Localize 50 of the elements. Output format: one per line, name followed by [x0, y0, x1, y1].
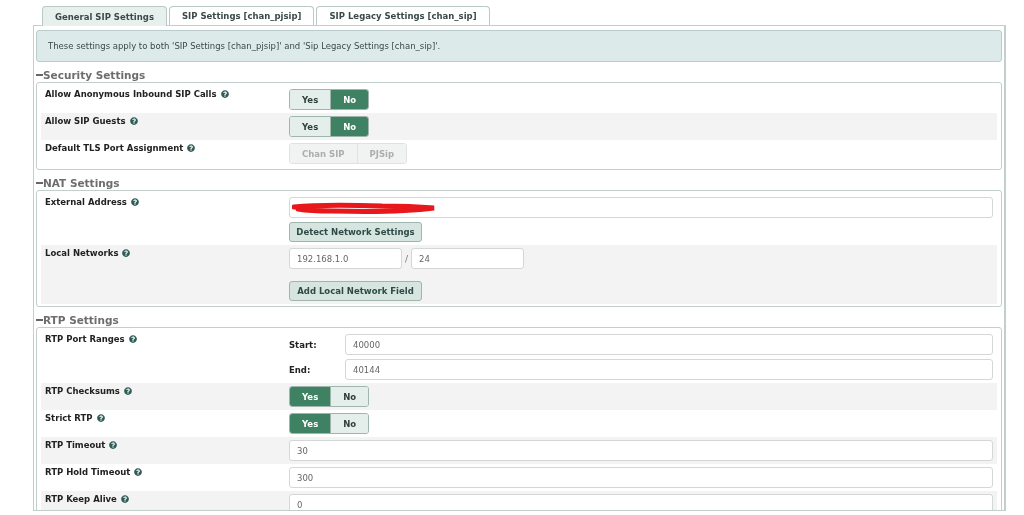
tab[interactable]: SIP Legacy Settings [chan_sip] — [316, 6, 490, 25]
toggle-option[interactable]: Yes — [290, 414, 331, 433]
toggle-option[interactable]: Yes — [290, 387, 331, 406]
input-field[interactable] — [289, 197, 993, 218]
help-icon[interactable] — [96, 414, 105, 422]
help-icon[interactable] — [134, 468, 143, 476]
help-icon[interactable] — [109, 441, 118, 449]
help-icon[interactable] — [122, 249, 131, 257]
help-icon[interactable] — [120, 495, 129, 503]
toggle-option[interactable]: No — [330, 117, 369, 136]
text-field[interactable]: 0 — [289, 494, 993, 510]
setting-label: RTP Keep Alive — [45, 494, 117, 506]
tab[interactable]: General SIP Settings — [42, 6, 167, 26]
setting-label: External Address — [45, 197, 127, 209]
network-address-field[interactable]: 192.168.1.0 — [289, 248, 402, 269]
toggle-option[interactable]: No — [330, 414, 369, 433]
section-heading: Security Settings — [43, 69, 146, 81]
detect-network-button[interactable]: Detect Network Settings — [289, 222, 422, 242]
add-network-button[interactable]: Add Local Network Field — [289, 281, 422, 301]
toggle-option[interactable]: No — [330, 90, 369, 109]
section-heading: RTP Settings — [43, 314, 119, 326]
start-port-field[interactable]: 40000 — [345, 334, 993, 355]
setting-label: Local Networks — [45, 248, 119, 260]
setting-label: RTP Hold Timeout — [45, 467, 131, 479]
help-icon[interactable] — [128, 335, 137, 343]
section-heading: NAT Settings — [43, 177, 120, 189]
help-icon[interactable] — [187, 144, 196, 152]
setting-label: RTP Timeout — [45, 440, 106, 452]
help-icon[interactable] — [130, 198, 139, 206]
toggle-option[interactable]: Yes — [290, 90, 331, 109]
help-icon[interactable] — [129, 117, 138, 125]
separator-text: / — [405, 253, 409, 264]
field-label: End: — [289, 364, 312, 375]
field-label: Start: — [289, 339, 318, 350]
setting-label: Default TLS Port Assignment — [45, 143, 184, 155]
setting-label: Allow Anonymous Inbound SIP Calls — [45, 89, 217, 101]
toggle-option[interactable]: No — [330, 387, 369, 406]
text-field[interactable]: 300 — [289, 467, 993, 488]
setting-label: Allow SIP Guests — [45, 116, 126, 128]
toggle-option[interactable]: Yes — [290, 117, 331, 136]
setting-label: Strict RTP — [45, 413, 93, 425]
tab[interactable]: SIP Settings [chan_pjsip] — [168, 6, 315, 25]
text-field[interactable]: 30 — [289, 440, 993, 461]
help-icon[interactable] — [220, 90, 229, 98]
end-port-field[interactable]: 40144 — [345, 359, 993, 380]
setting-label: RTP Checksums — [45, 386, 120, 398]
help-icon[interactable] — [123, 387, 132, 395]
setting-label: RTP Port Ranges — [45, 334, 125, 346]
info-banner: These settings apply to both 'SIP Settings [chan_pjsip]' and 'Sip Legacy Settings [chan_sip]'. — [36, 30, 1002, 62]
netmask-field[interactable]: 24 — [411, 248, 525, 269]
